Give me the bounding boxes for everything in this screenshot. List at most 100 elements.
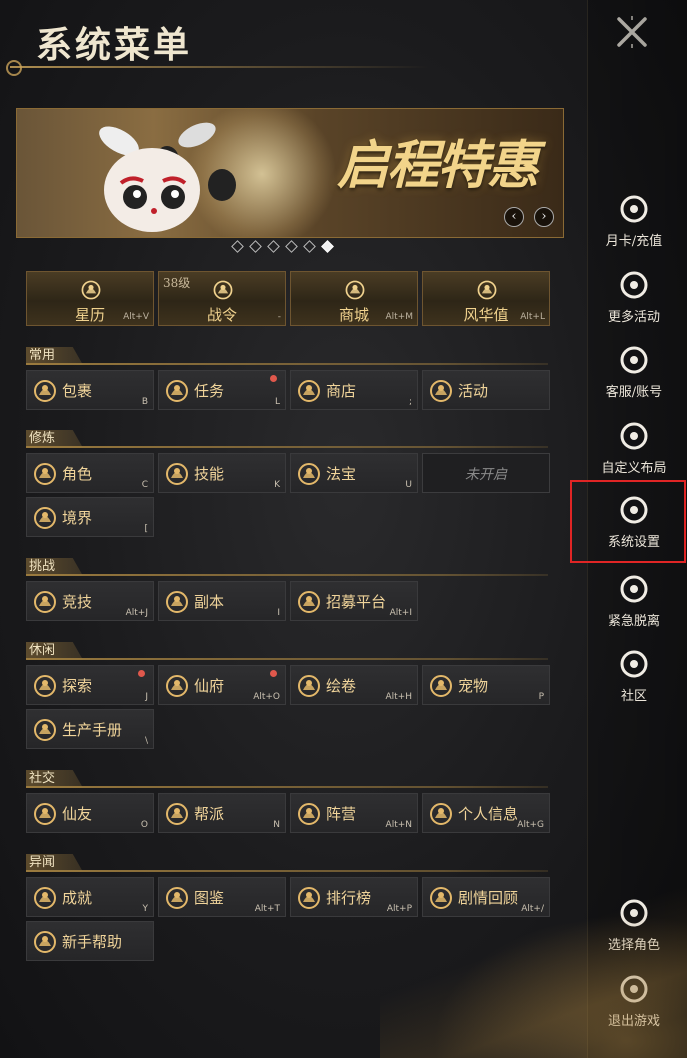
sidebar-item-recharge[interactable]: 月卡/充值 (582, 186, 686, 256)
menu-button-quest[interactable]: 任务 L (158, 370, 286, 410)
menu-button-activity[interactable]: 活动 (422, 370, 550, 410)
mascot-image (99, 122, 236, 232)
menu-button-story[interactable]: 剧情回顾 Alt+/ (422, 877, 550, 917)
sidebar-item-label: 更多活动 (607, 310, 660, 325)
mansion-icon (163, 672, 191, 700)
menu-button-pet[interactable]: 宠物 P (422, 665, 550, 705)
banner-dot[interactable] (285, 240, 298, 253)
section-divider (26, 870, 548, 872)
hotkey-label: Alt+N (385, 820, 412, 830)
skill-icon (163, 460, 191, 488)
menu-button-codex[interactable]: 图鉴 Alt+T (158, 877, 286, 917)
menu-button-treasure[interactable]: 法宝 U (290, 453, 418, 493)
menu-button-guild[interactable]: 帮派 N (158, 793, 286, 833)
banner-dot[interactable] (303, 240, 316, 253)
faction-icon (295, 800, 323, 828)
sidebar-item-more-activities[interactable]: 更多活动 (582, 262, 686, 332)
sidebar-item-label: 月卡/充值 (605, 234, 663, 249)
menu-button-profile[interactable]: 个人信息 Alt+G (422, 793, 550, 833)
top-button-battle-pass[interactable]: 38级 战令 - (158, 271, 286, 326)
title-ornament (6, 60, 22, 76)
menu-button-label: 生产手册 (62, 721, 123, 739)
sidebar-item-exit[interactable]: 退出游戏 (582, 966, 686, 1036)
menu-button-label: 角色 (62, 465, 93, 483)
menu-button-label: 剧情回顾 (458, 889, 519, 907)
menu-button-ranking[interactable]: 排行榜 Alt+P (290, 877, 418, 917)
menu-button-label: 竞技 (62, 593, 93, 611)
sidebar-item-layout[interactable]: 自定义布局 (582, 413, 686, 483)
top-button-elegance[interactable]: 风华值 Alt+L (422, 271, 550, 326)
menu-button-realm[interactable]: 境界 [ (26, 497, 154, 537)
notification-dot (270, 375, 277, 382)
menu-button-label: 探索 (62, 677, 93, 695)
hotkey-label: Alt+P (386, 904, 412, 914)
menu-button-label: 排行榜 (326, 889, 372, 907)
title-underline (10, 66, 430, 68)
sidebar-item-switch-character[interactable]: 选择角色 (582, 890, 686, 960)
menu-button-crafting[interactable]: 生产手册 \ (26, 709, 154, 749)
menu-button-shop[interactable]: 商店; (290, 370, 418, 410)
sidebar-item-label: 社区 (620, 689, 647, 704)
menu-button-friends[interactable]: 仙友 O (26, 793, 154, 833)
recharge-icon (617, 192, 651, 226)
section-header: 休闲 (26, 642, 548, 660)
banner-dot[interactable] (267, 240, 280, 253)
hotkey-label: Alt+L (520, 312, 545, 322)
hotkey-label: [ (144, 524, 148, 534)
menu-button-label: 阵营 (326, 805, 357, 823)
scroll-icon (295, 672, 323, 700)
banner-dot[interactable] (231, 240, 244, 253)
sidebar-item-support[interactable]: 客服/账号 (582, 337, 686, 407)
section-divider (26, 363, 548, 365)
menu-button-arena[interactable]: 竞技 Alt+J (26, 581, 154, 621)
profile-icon (427, 800, 455, 828)
quest-icon (163, 377, 191, 405)
banner-next-button[interactable]: › (534, 207, 554, 227)
exit-icon (617, 972, 651, 1006)
hotkey-label: Alt+T (254, 904, 280, 914)
hotkey-label: ; (408, 397, 412, 407)
hotkey-label: Alt+V (123, 312, 149, 322)
top-button-calendar[interactable]: 星历 Alt+V (26, 271, 154, 326)
hotkey-label: Alt+O (253, 692, 280, 702)
menu-button-skill[interactable]: 技能 K (158, 453, 286, 493)
menu-button-dungeon[interactable]: 副本 I (158, 581, 286, 621)
pet-icon (427, 672, 455, 700)
menu-button-faction[interactable]: 阵营 Alt+N (290, 793, 418, 833)
hotkey-label: \ (144, 736, 148, 746)
menu-button-mansion[interactable]: 仙府 Alt+O (158, 665, 286, 705)
menu-button-explore[interactable]: 探索 J (26, 665, 154, 705)
banner-dot[interactable] (249, 240, 262, 253)
hotkey-label: - (277, 312, 281, 322)
top-button-label: 战令 (206, 306, 237, 324)
sidebar-item-community[interactable]: 社区 (582, 641, 686, 711)
banner-dot-active[interactable] (321, 240, 334, 253)
menu-button-recruit[interactable]: 招募平台 Alt+I (290, 581, 418, 621)
menu-button-scroll[interactable]: 绘卷 Alt+H (290, 665, 418, 705)
settings-icon (617, 493, 651, 527)
promo-banner[interactable]: 启程特惠 ‹ › (16, 108, 564, 238)
menu-button-label: 新手帮助 (62, 933, 123, 951)
ranking-icon (295, 884, 323, 912)
menu-button-label: 仙友 (62, 805, 93, 823)
warning-icon (617, 572, 651, 606)
section-header: 异闻 (26, 854, 548, 872)
achievement-icon (31, 884, 59, 912)
menu-button-achievement[interactable]: 成就 Y (26, 877, 154, 917)
sidebar-item-warning[interactable]: 紧急脱离 (582, 566, 686, 636)
section-divider (26, 786, 548, 788)
menu-button-help[interactable]: 新手帮助 (26, 921, 154, 961)
sidebar-item-label: 退出游戏 (607, 1014, 660, 1029)
sidebar-item-settings[interactable]: 系统设置 (582, 487, 686, 557)
top-button-mall[interactable]: 商城 Alt+M (290, 271, 418, 326)
section-header: 挑战 (26, 558, 548, 576)
switch-character-icon (617, 896, 651, 930)
menu-button-character[interactable]: 角色 C (26, 453, 154, 493)
banner-prev-button[interactable]: ‹ (504, 207, 524, 227)
shop-icon (295, 377, 323, 405)
sidebar-item-label: 客服/账号 (605, 385, 663, 400)
notification-dot (138, 670, 145, 677)
crafting-icon (31, 716, 59, 744)
menu-button-bag[interactable]: 包裹 B (26, 370, 154, 410)
hotkey-label: Alt+/ (521, 904, 544, 914)
